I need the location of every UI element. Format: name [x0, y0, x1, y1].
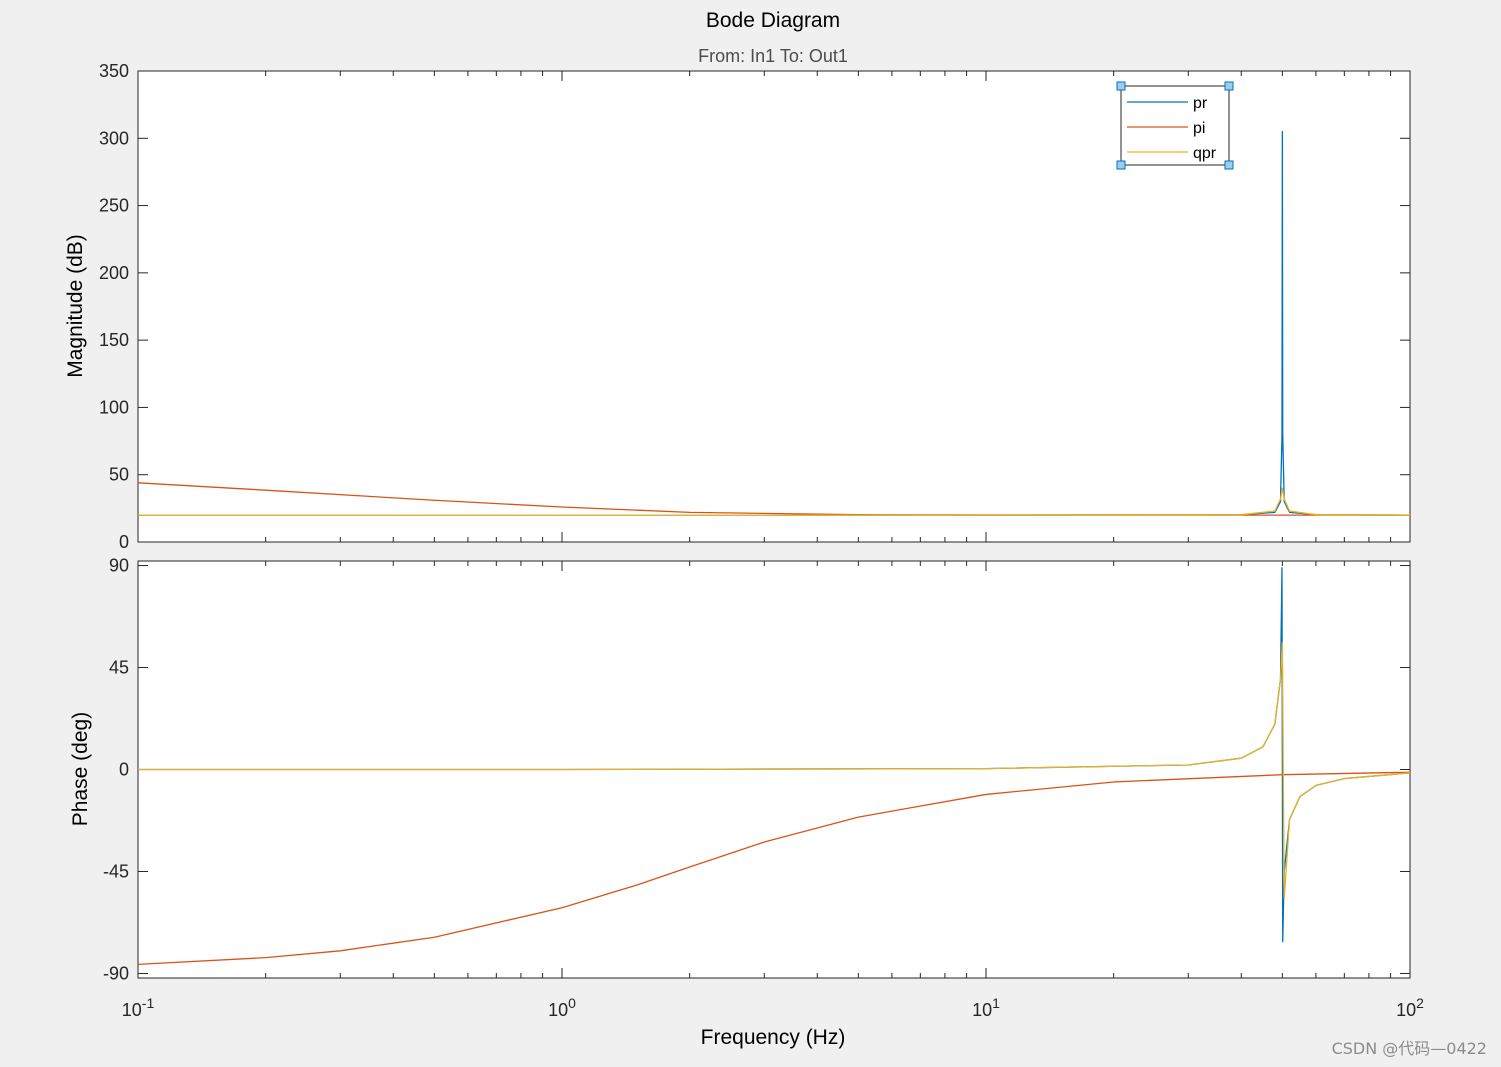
phase-panel[interactable]: -90 -45 0 45 90 10-1 100 101 102 Phase (deg) Fre… [69, 556, 1424, 1049]
figure-subtitle: From: In1 To: Out1 [698, 46, 848, 66]
magnitude-ytick-label: 300 [99, 128, 129, 148]
phase-ytick-label: 0 [119, 760, 129, 780]
legend-label-pi: pi [1193, 120, 1205, 137]
legend-resize-handle[interactable] [1116, 81, 1126, 91]
frequency-xtick-label: 10-1 [122, 995, 155, 1020]
phase-ytick-label: 45 [109, 658, 129, 678]
magnitude-ytick-label: 0 [119, 532, 129, 552]
frequency-xtick-label: 100 [548, 995, 576, 1020]
watermark: CSDN @代码—0422 [1331, 1039, 1487, 1058]
magnitude-ytick-label: 50 [109, 465, 129, 485]
bode-figure: Bode Diagram From: In1 To: Out1 0 50 100 15… [64, 9, 1424, 1049]
magnitude-ytick-label: 100 [99, 397, 129, 417]
legend-label-qpr: qpr [1193, 145, 1217, 162]
legend-resize-handle[interactable] [1116, 160, 1126, 170]
magnitude-ytick-label: 350 [99, 61, 129, 81]
magnitude-ytick-label: 250 [99, 196, 129, 216]
legend-resize-handle[interactable] [1224, 160, 1234, 170]
frequency-xtick-label: 101 [972, 995, 1000, 1020]
phase-ytick-label: 90 [109, 556, 129, 576]
phase-ylabel: Phase (deg) [69, 712, 92, 826]
magnitude-ytick-label: 150 [99, 330, 129, 350]
frequency-xtick-label: 102 [1396, 995, 1424, 1020]
phase-ytick-label: -90 [103, 963, 129, 983]
legend[interactable]: pr pi qpr [1116, 81, 1234, 170]
frequency-xlabel: Frequency (Hz) [701, 1026, 846, 1049]
legend-resize-handle[interactable] [1224, 81, 1234, 91]
figure-title: Bode Diagram [706, 9, 840, 32]
magnitude-ylabel: Magnitude (dB) [64, 234, 87, 378]
phase-ytick-label: -45 [103, 861, 129, 881]
legend-label-pr: pr [1193, 95, 1208, 112]
magnitude-ytick-label: 200 [99, 263, 129, 283]
